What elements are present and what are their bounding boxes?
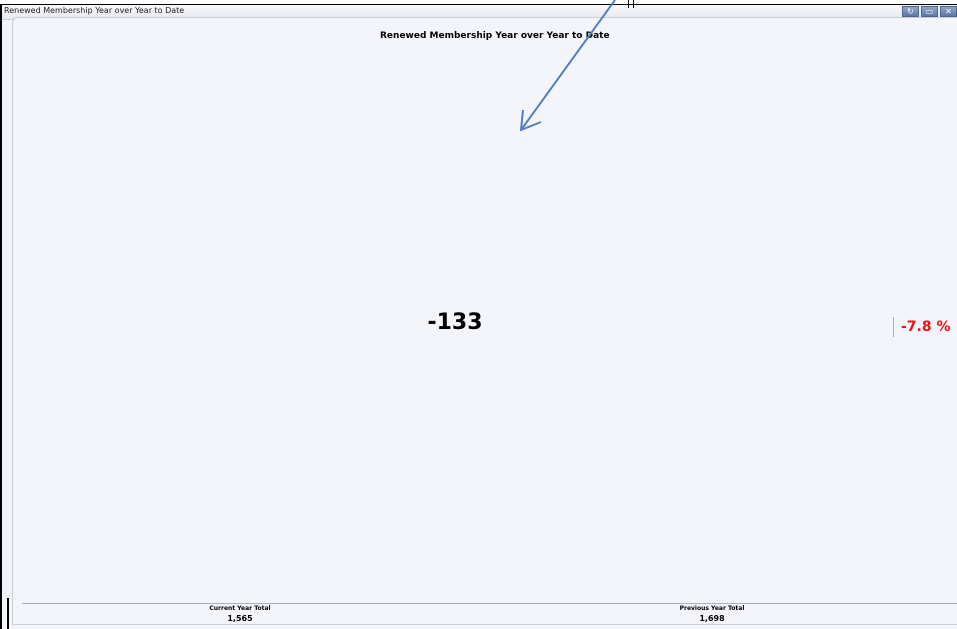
refresh-icon[interactable]: ↻ <box>902 6 919 17</box>
previous-year-label: Previous Year Total <box>679 605 745 612</box>
current-year-label: Current Year Total <box>209 605 271 612</box>
widget-title: Renewed Membership Year over Year to Dat… <box>380 31 610 41</box>
restore-icon[interactable]: ▭ <box>921 6 938 17</box>
footer-divider <box>22 603 957 604</box>
kpi-difference-value: -133 <box>427 310 483 335</box>
current-year-value: 1,565 <box>227 614 253 623</box>
current-year-total: Current Year Total 1,565 <box>140 605 340 623</box>
previous-year-total: Previous Year Total 1,698 <box>612 605 812 623</box>
kpi-divider <box>893 317 894 337</box>
previous-year-value: 1,698 <box>699 614 725 623</box>
annotation-box-edge <box>628 0 634 8</box>
left-edge-rule <box>7 598 9 629</box>
close-icon[interactable]: ✕ <box>940 6 957 17</box>
window-controls: ↻ ▭ ✕ <box>902 6 957 17</box>
kpi-percent-change: -7.8 % <box>901 319 951 335</box>
window-title: Renewed Membership Year over Year to Dat… <box>4 6 185 15</box>
